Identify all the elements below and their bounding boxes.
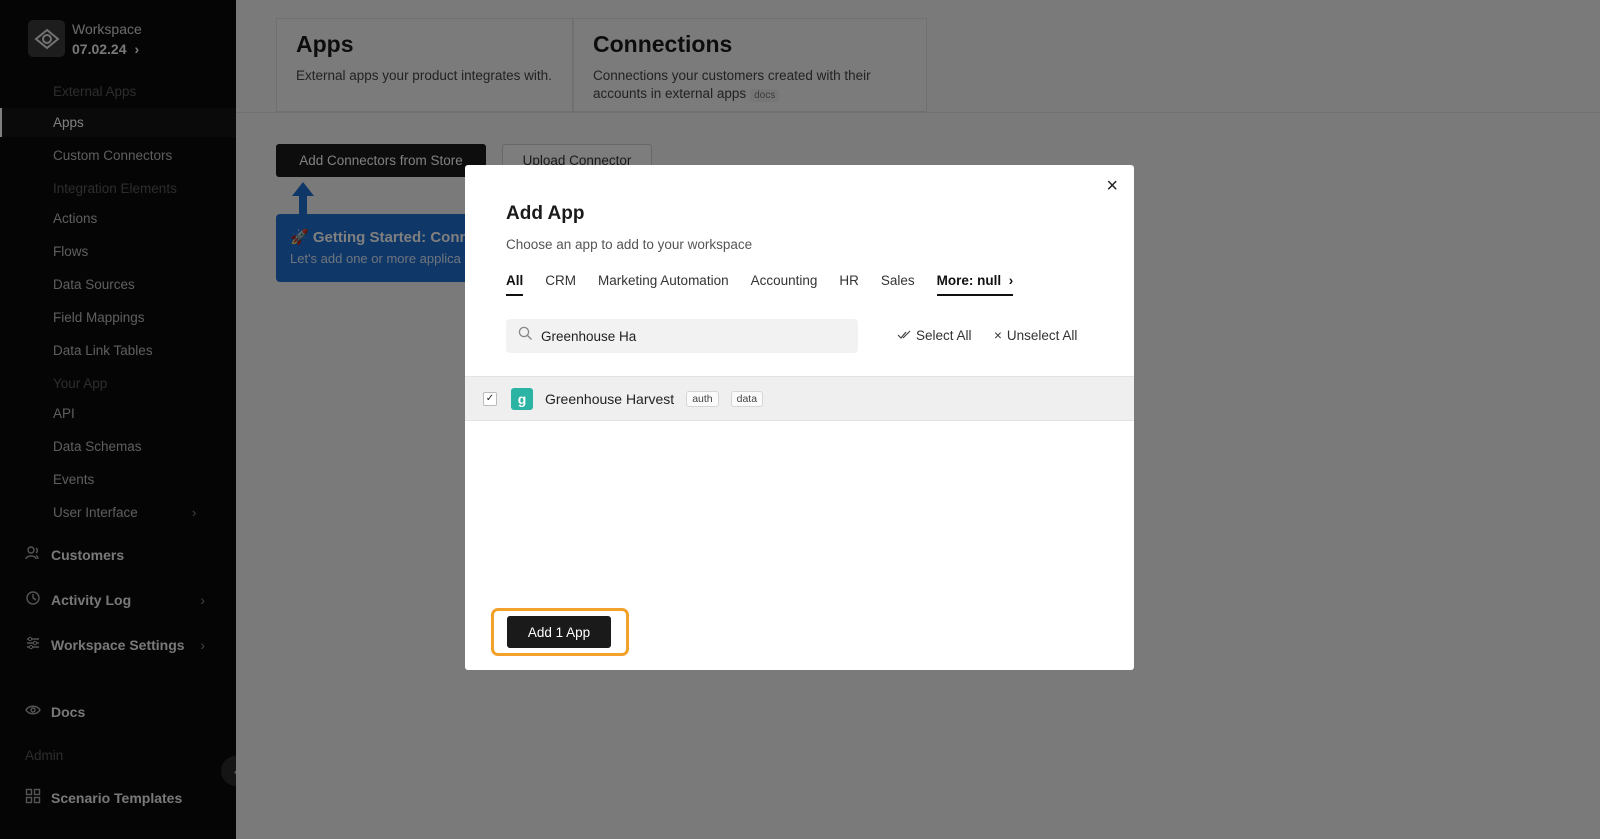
tab-crm[interactable]: CRM bbox=[545, 273, 576, 296]
tab-sales[interactable]: Sales bbox=[881, 273, 915, 296]
category-tabs: All CRM Marketing Automation Accounting … bbox=[506, 273, 1014, 296]
chevron-right-icon: › bbox=[1004, 273, 1014, 288]
modal-subtitle: Choose an app to add to your workspace bbox=[506, 237, 753, 252]
tag-data: data bbox=[730, 390, 764, 407]
tag-auth: auth bbox=[686, 390, 719, 407]
add-app-modal: × Add App Choose an app to add to your w… bbox=[465, 165, 1134, 670]
double-check-icon bbox=[897, 328, 911, 343]
unselect-all-button[interactable]: × Unselect All bbox=[994, 328, 1077, 343]
search-box bbox=[506, 319, 858, 353]
check-icon: ✓ bbox=[485, 393, 495, 404]
tab-more-label: More: null bbox=[936, 273, 1002, 288]
unselect-all-label: Unselect All bbox=[1006, 328, 1078, 343]
greenhouse-logo-icon: g bbox=[511, 387, 533, 410]
close-icon: × bbox=[994, 328, 1002, 343]
list-item[interactable]: ✓ g Greenhouse Harvest auth data bbox=[465, 376, 1134, 421]
select-all-button[interactable]: Select All bbox=[897, 328, 972, 343]
tab-marketing-automation[interactable]: Marketing Automation bbox=[598, 273, 729, 296]
close-icon[interactable]: × bbox=[1106, 175, 1118, 198]
app-checkbox[interactable]: ✓ bbox=[483, 391, 497, 406]
search-icon bbox=[518, 326, 533, 346]
add-app-button[interactable]: Add 1 App bbox=[507, 616, 611, 648]
tab-hr[interactable]: HR bbox=[839, 273, 859, 296]
tab-all[interactable]: All bbox=[506, 273, 524, 296]
tab-accounting[interactable]: Accounting bbox=[751, 273, 818, 296]
tab-more[interactable]: More: null › bbox=[936, 273, 1014, 296]
modal-title: Add App bbox=[506, 203, 585, 224]
select-all-label: Select All bbox=[916, 328, 972, 343]
app-name: Greenhouse Harvest bbox=[545, 390, 675, 407]
search-input[interactable] bbox=[541, 328, 841, 344]
